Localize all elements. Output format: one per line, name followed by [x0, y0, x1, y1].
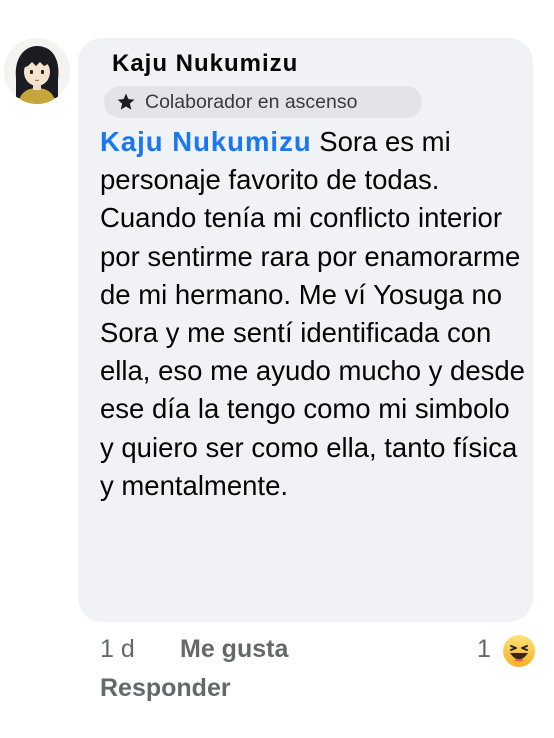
- comment-timestamp[interactable]: 1 d: [100, 635, 135, 664]
- mention-link[interactable]: Kaju Nukumizu: [100, 126, 312, 157]
- star-icon: [117, 93, 135, 110]
- contributor-badge[interactable]: Colaborador en ascenso: [104, 86, 422, 118]
- reply-button[interactable]: Responder: [100, 674, 231, 703]
- like-button[interactable]: Me gusta: [180, 635, 288, 664]
- avatar-illustration: [4, 38, 70, 104]
- badge-label: Colaborador en ascenso: [145, 90, 358, 113]
- comment-text: Kaju Nukumizu Sora es mi personaje favor…: [100, 123, 530, 505]
- reaction-count[interactable]: 1: [477, 635, 491, 664]
- haha-emoji-icon[interactable]: [502, 634, 536, 668]
- comment-body: Sora es mi personaje favorito de todas. …: [100, 126, 525, 501]
- avatar[interactable]: [4, 38, 70, 104]
- comment-author-name[interactable]: Kaju Nukumizu: [112, 50, 298, 78]
